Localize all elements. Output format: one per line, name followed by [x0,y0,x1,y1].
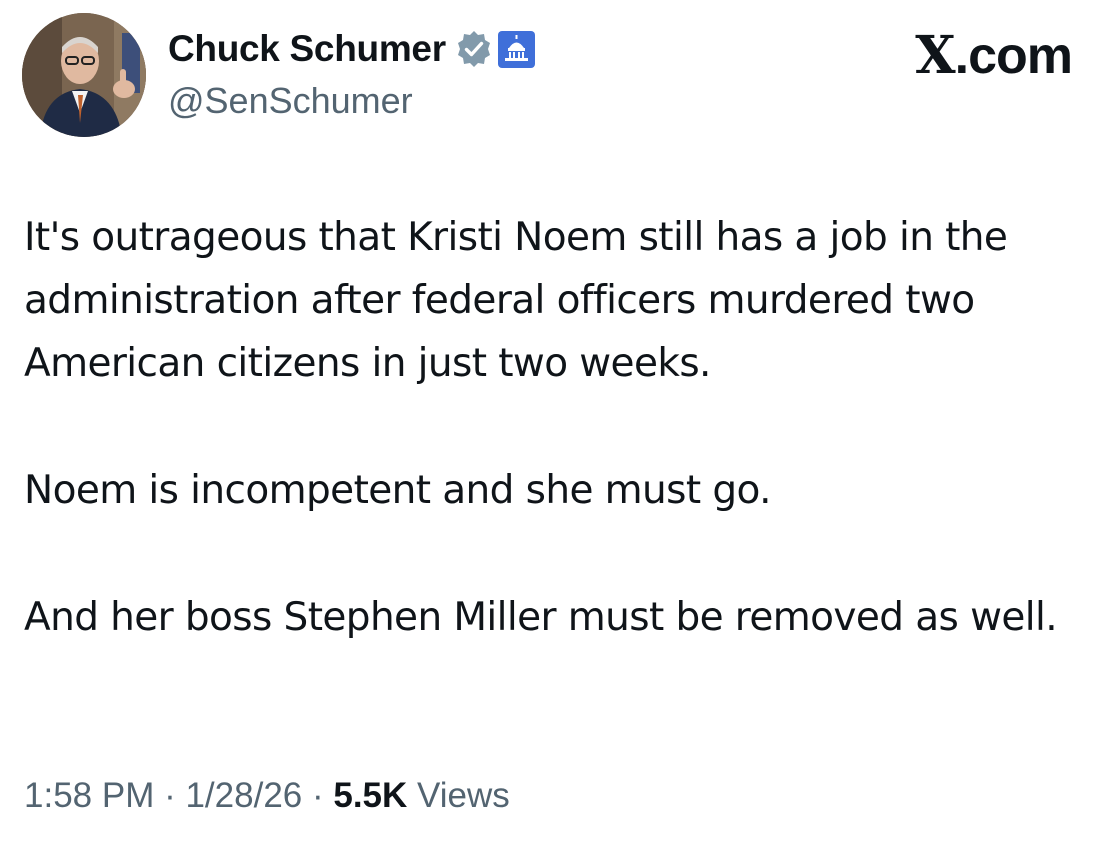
tweet-paragraph: And her boss Stephen Miller must be remo… [24,595,1058,640]
author-name-row: Chuck Schumer [168,22,535,76]
tweet-paragraph: It's outrageous that Kristi Noem still h… [24,215,1008,386]
tweet-time[interactable]: 1:58 PM [24,776,154,815]
x-logo-letter: X [915,25,955,86]
avatar[interactable] [22,13,146,137]
capitol-dome-icon[interactable] [497,30,535,68]
tweet-date[interactable]: 1/28/26 [185,776,302,815]
tweet-paragraph: Noem is incompetent and she must go. [24,468,772,513]
verified-badge-icon[interactable] [454,29,494,69]
meta-separator: · [154,776,186,815]
tweet-card: Chuck Schumer @SenSchumer X .com It's ou… [0,0,1100,841]
views-label: Views [407,776,510,815]
source-domain: .com [954,27,1073,85]
meta-separator: · [302,776,334,815]
profile-photo [22,13,146,137]
tweet-meta: 1:58 PM · 1/28/26 · 5.5K Views [24,776,510,816]
author-handle[interactable]: @SenSchumer [168,80,413,122]
display-name[interactable]: Chuck Schumer [168,28,446,70]
tweet-text: It's outrageous that Kristi Noem still h… [24,206,1094,713]
views-count[interactable]: 5.5K [333,776,407,815]
source-watermark: X .com [915,25,1073,86]
